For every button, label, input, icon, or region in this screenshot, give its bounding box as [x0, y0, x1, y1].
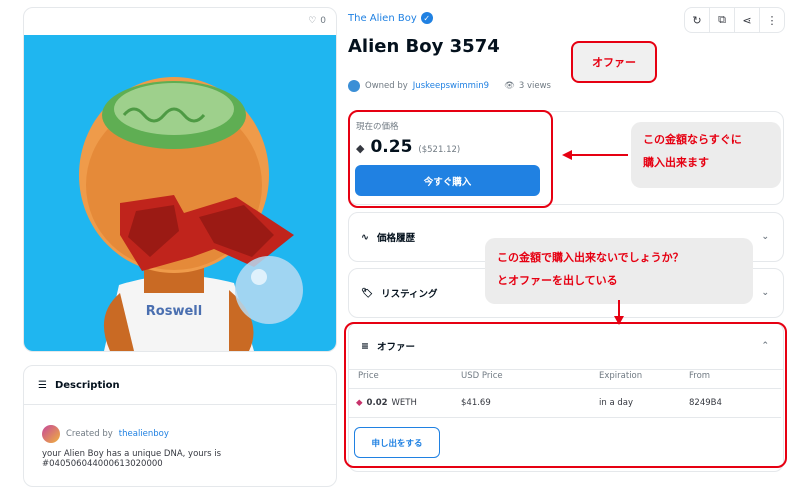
favorite-bar: ♡ 0 [24, 8, 336, 34]
description-title: Description [54, 379, 120, 391]
owner-avatar [348, 80, 360, 92]
description-line-1: your Alien Boy has a unique DNA, yours i… [42, 449, 222, 459]
nft-image[interactable]: Roswell [24, 35, 336, 351]
description-line-2: #040506044000613020000 [42, 459, 163, 469]
description-header[interactable]: ☰ Description [24, 366, 336, 405]
created-by-label: Created by [66, 429, 113, 439]
refresh-icon[interactable]: ↻ [685, 8, 710, 32]
annotation-offer-note: この金額で購入出来ないでしょうか？ とオファーを出している [485, 238, 753, 304]
annotation-offers-highlight [344, 322, 787, 468]
eye-icon: 👁 [504, 81, 515, 91]
creator-link[interactable]: thealienboy [119, 429, 169, 439]
tag-icon: 🏷 [361, 287, 374, 299]
favorite-count: 0 [320, 16, 326, 26]
heart-icon[interactable]: ♡ [308, 16, 316, 26]
chevron-down-icon: ⌄ [761, 288, 769, 298]
creator-avatar [42, 425, 60, 443]
more-icon[interactable]: ⋮ [760, 8, 784, 32]
trend-icon: ∿ [361, 231, 369, 243]
nft-image-card: ♡ 0 Roswell [23, 7, 337, 352]
owner-link[interactable]: Juskeepswimmin9 [413, 81, 489, 91]
collection-link[interactable]: The Alien Boy ✓ [348, 12, 433, 24]
external-link-icon[interactable]: ⧉ [710, 8, 735, 32]
verified-icon: ✓ [420, 12, 433, 24]
collection-name[interactable]: The Alien Boy [348, 13, 417, 24]
owned-by-label: Owned by [365, 81, 408, 91]
shirt-text: Roswell [146, 304, 202, 319]
chevron-down-icon: ⌄ [761, 232, 769, 242]
description-panel: ☰ Description Created by thealienboy you… [23, 365, 337, 487]
annotation-arrow-down [614, 300, 624, 325]
listings-title: リスティング [381, 289, 438, 300]
item-toolbar: ↻ ⧉ ⋖ ⋮ [684, 7, 785, 33]
annotation-offer-tag: オファー [571, 41, 657, 83]
annotation-arrow-left [562, 150, 628, 160]
annotation-price-highlight [348, 110, 553, 208]
offer-note-line-1: この金額で購入出来ないでしょうか？ [497, 251, 684, 264]
offer-note-line-2: とオファーを出している [497, 274, 618, 287]
buy-now-note-line-1: この金額ならすぐに [643, 133, 742, 146]
item-title: Alien Boy 3574 [348, 36, 500, 57]
price-history-title: 価格履歴 [376, 233, 415, 244]
annotation-buy-now-note: この金額ならすぐに 購入出来ます [631, 122, 781, 188]
share-icon[interactable]: ⋖ [735, 8, 760, 32]
buy-now-note-line-2: 購入出来ます [643, 156, 709, 169]
owner-row: Owned by Juskeepswimmin9 👁 3 views [348, 80, 551, 92]
alien-boy-illustration: Roswell [79, 77, 303, 351]
list-icon: ☰ [38, 379, 47, 391]
view-count: 3 views [518, 81, 551, 91]
